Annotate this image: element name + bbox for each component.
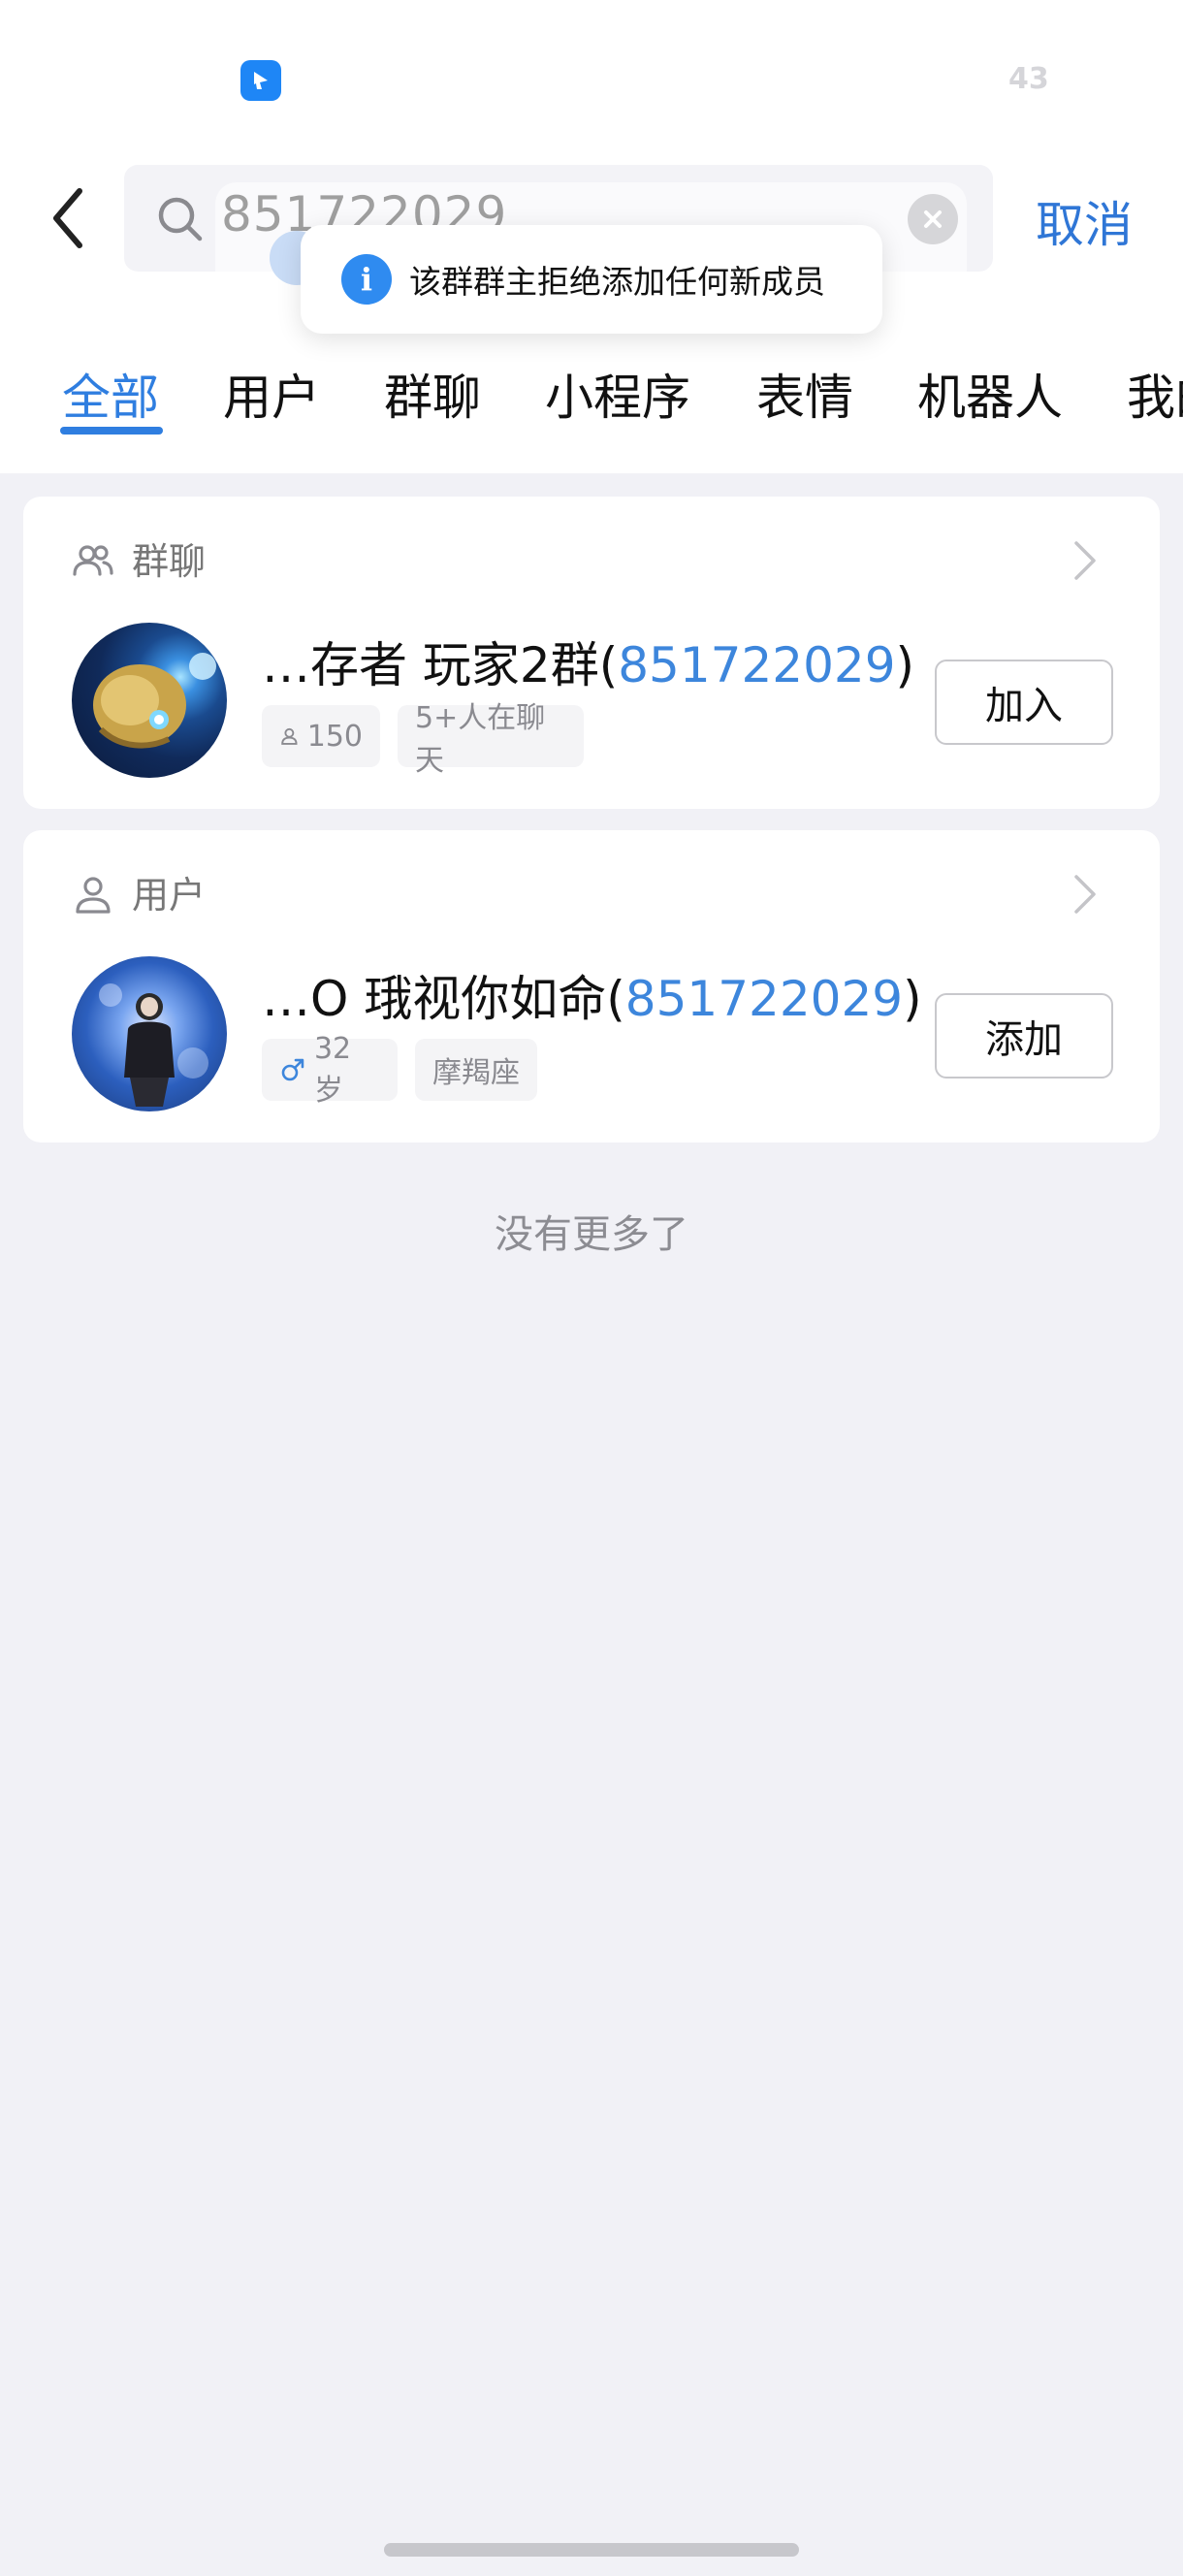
- search-results-page: 43 851722029 取消 i 该群群: [0, 0, 1183, 2576]
- category-tabs: 全部 用户 群聊 小程序 表情 机器人 我的: [0, 349, 1183, 456]
- user-title-highlight: 851722029: [624, 971, 904, 1027]
- group-results-card: 群聊 …存者 玩家2群(851722029) 150 5+人在聊天 加入: [23, 497, 1160, 809]
- robot-avatar-image: [93, 653, 216, 749]
- home-indicator[interactable]: [384, 2543, 799, 2557]
- toast-text: 该群群主拒绝添加任何新成员: [409, 263, 825, 301]
- tab-groups[interactable]: 群聊: [384, 359, 481, 429]
- search-icon: [158, 197, 203, 242]
- person-avatar-image: [99, 983, 208, 1107]
- person-icon: [281, 727, 298, 745]
- male-icon: [281, 1058, 304, 1081]
- tab-all[interactable]: 全部: [62, 359, 159, 429]
- join-group-button[interactable]: 加入: [935, 660, 1113, 745]
- tab-stickers[interactable]: 表情: [756, 359, 853, 429]
- user-section-title: 用户: [132, 874, 207, 917]
- toast-message: i 该群群主拒绝添加任何新成员: [301, 225, 882, 334]
- active-tab-indicator: [60, 427, 163, 435]
- group-result-title[interactable]: …存者 玩家2群(851722029): [262, 627, 914, 696]
- chevron-right-icon[interactable]: [1071, 873, 1100, 916]
- chevron-right-icon[interactable]: [1071, 539, 1100, 582]
- group-section-title: 群聊: [132, 540, 207, 583]
- cancel-button[interactable]: 取消: [1036, 186, 1133, 256]
- user-avatar[interactable]: [72, 956, 227, 1111]
- tab-users[interactable]: 用户: [223, 359, 320, 429]
- group-title-prefix: …存者 玩家2群(: [262, 637, 619, 693]
- user-results-card: 用户 …O 珴视你如命(851722029) 32岁 摩羯座 添加: [23, 830, 1160, 1143]
- app-notification-icon: [240, 60, 281, 101]
- zodiac-chip: 摩羯座: [415, 1039, 537, 1101]
- tab-mini-programs[interactable]: 小程序: [545, 359, 690, 429]
- add-friend-button[interactable]: 添加: [935, 993, 1113, 1079]
- active-chat-chip: 5+人在聊天: [398, 701, 584, 778]
- group-icon: [73, 545, 113, 576]
- member-count-chip: 150: [262, 705, 380, 767]
- group-avatar[interactable]: [72, 623, 227, 778]
- user-title-suffix: ): [903, 971, 922, 1027]
- user-result-title[interactable]: …O 珴视你如命(851722029): [262, 960, 922, 1030]
- tab-robots[interactable]: 机器人: [917, 359, 1063, 429]
- info-icon: i: [341, 254, 392, 305]
- status-counter: 43: [1008, 62, 1049, 96]
- no-more-results: 没有更多了: [495, 1212, 688, 1257]
- tab-mine[interactable]: 我的: [1127, 359, 1183, 429]
- user-title-prefix: …O 珴视你如命(: [262, 971, 625, 1027]
- age-text: 32岁: [313, 1031, 352, 1108]
- group-title-highlight: 851722029: [618, 637, 896, 693]
- chevron-left-icon: [53, 188, 82, 248]
- user-icon: [76, 877, 111, 914]
- group-title-suffix: ): [895, 637, 915, 693]
- member-count: 150: [306, 719, 363, 754]
- back-button[interactable]: [39, 175, 97, 262]
- header: 43 851722029 取消 i 该群群: [0, 0, 1183, 473]
- age-chip: 32岁: [262, 1032, 398, 1108]
